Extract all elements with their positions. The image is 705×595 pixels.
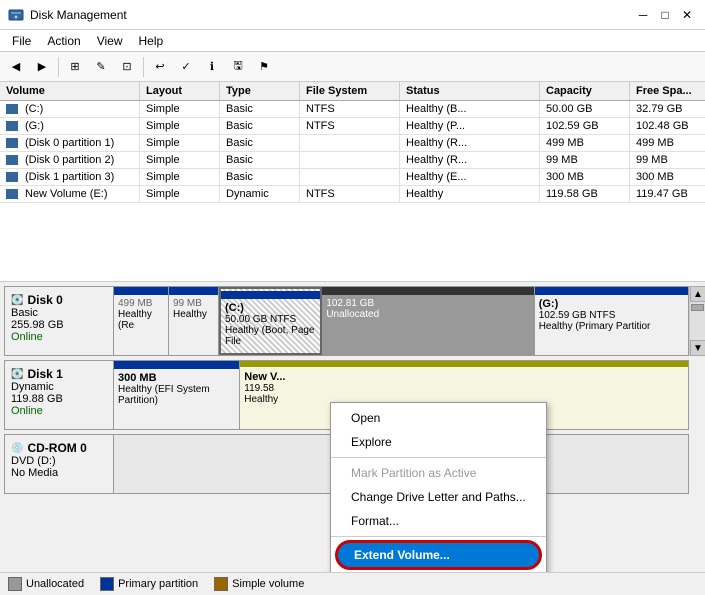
toolbar: ◀ ▶ ⊞ ✎ ⊡ ↩ ✓ ℹ 🖫 ⚑ <box>0 52 705 82</box>
cdrom0-type: DVD (D:) <box>11 455 107 467</box>
toolbar-btn-1[interactable]: ⊞ <box>63 55 87 79</box>
menu-bar: File Action View Help <box>0 30 705 52</box>
table-row[interactable]: (Disk 0 partition 2) Simple Basic Health… <box>0 152 705 169</box>
menu-view[interactable]: View <box>89 32 131 50</box>
disk1-type: Dynamic <box>11 381 107 393</box>
th-volume: Volume <box>0 82 140 100</box>
menu-file[interactable]: File <box>4 32 39 50</box>
table-row[interactable]: (G:) Simple Basic NTFS Healthy (P... 102… <box>0 118 705 135</box>
th-status: Status <box>400 82 540 100</box>
toolbar-btn-6[interactable]: ℹ <box>200 55 224 79</box>
table-body: (C:) Simple Basic NTFS Healthy (B... 50.… <box>0 101 705 203</box>
legend-primary-box <box>100 577 114 591</box>
table-row[interactable]: New Volume (E:) Simple Dynamic NTFS Heal… <box>0 186 705 203</box>
app-icon <box>8 7 24 23</box>
legend-primary: Primary partition <box>100 577 198 591</box>
ctx-sep-1 <box>331 457 546 458</box>
disk0-unalloc[interactable]: 102.81 GB Unallocated <box>322 287 534 355</box>
ctx-extend-volume[interactable]: Extend Volume... <box>335 540 542 570</box>
disk0-partitions: 499 MB Healthy (Re 99 MB Healthy (C:) 50… <box>114 286 689 356</box>
disk1-scroll-spacer <box>689 360 705 430</box>
ctx-open[interactable]: Open <box>331 406 546 430</box>
vscrollbar[interactable]: ▲ ▼ <box>689 286 705 356</box>
cdrom0-scroll-spacer <box>689 434 705 494</box>
toolbar-btn-3[interactable]: ⊡ <box>115 55 139 79</box>
disk0-part3-c[interactable]: (C:) 50.00 GB NTFS Healthy (Boot, Page F… <box>219 287 322 355</box>
legend-primary-label: Primary partition <box>118 578 198 590</box>
table-row[interactable]: (Disk 0 partition 1) Simple Basic Health… <box>0 135 705 152</box>
th-layout: Layout <box>140 82 220 100</box>
minimize-button[interactable]: ─ <box>633 5 653 25</box>
ctx-mark-active: Mark Partition as Active <box>331 461 546 485</box>
legend-unalloc-box <box>8 577 22 591</box>
ctx-format[interactable]: Format... <box>331 509 546 533</box>
ctx-change-letter[interactable]: Change Drive Letter and Paths... <box>331 485 546 509</box>
disk1-label: 💽 Disk 1 Dynamic 119.88 GB Online <box>4 360 114 430</box>
close-button[interactable]: ✕ <box>677 5 697 25</box>
disk0-row: 💽 Disk 0 Basic 255.98 GB Online 499 MB H… <box>4 286 705 356</box>
legend-unalloc-label: Unallocated <box>26 578 84 590</box>
scroll-thumb[interactable] <box>691 304 704 311</box>
menu-action[interactable]: Action <box>39 32 88 50</box>
disk0-status: Online <box>11 331 107 343</box>
th-free: Free Spa... <box>630 82 705 100</box>
legend: Unallocated Primary partition Simple vol… <box>0 572 705 595</box>
table-header: Volume Layout Type File System Status Ca… <box>0 82 705 101</box>
window-title: Disk Management <box>30 8 127 22</box>
toolbar-separator-2 <box>143 57 144 77</box>
th-capacity: Capacity <box>540 82 630 100</box>
context-menu: Open Explore Mark Partition as Active Ch… <box>330 402 547 572</box>
disk1-title: Disk 1 <box>27 367 62 381</box>
cdrom0-status: No Media <box>11 467 107 479</box>
legend-simple: Simple volume <box>214 577 304 591</box>
main-content: Volume Layout Type File System Status Ca… <box>0 82 705 595</box>
legend-simple-box <box>214 577 228 591</box>
toolbar-btn-2[interactable]: ✎ <box>89 55 113 79</box>
disk0-size: 255.98 GB <box>11 319 107 331</box>
menu-help[interactable]: Help <box>131 32 172 50</box>
legend-simple-label: Simple volume <box>232 578 304 590</box>
ctx-explore[interactable]: Explore <box>331 430 546 454</box>
cdrom0-label: 💿 CD-ROM 0 DVD (D:) No Media <box>4 434 114 494</box>
disk0-label: 💽 Disk 0 Basic 255.98 GB Online <box>4 286 114 356</box>
scroll-track <box>690 313 705 340</box>
table-area: Volume Layout Type File System Status Ca… <box>0 82 705 282</box>
disk-section: 💽 Disk 0 Basic 255.98 GB Online 499 MB H… <box>0 282 705 572</box>
cdrom0-title: CD-ROM 0 <box>27 441 86 455</box>
disk0-type: Basic <box>11 307 107 319</box>
window-controls: ─ □ ✕ <box>633 5 697 25</box>
toolbar-btn-8[interactable]: ⚑ <box>252 55 276 79</box>
legend-unalloc: Unallocated <box>8 577 84 591</box>
toolbar-btn-5[interactable]: ✓ <box>174 55 198 79</box>
disk0-part1[interactable]: 499 MB Healthy (Re <box>114 287 169 355</box>
ctx-shrink-volume[interactable]: Shrink Volume... <box>331 570 546 572</box>
maximize-button[interactable]: □ <box>655 5 675 25</box>
table-row[interactable]: (Disk 1 partition 3) Simple Basic Health… <box>0 169 705 186</box>
back-button[interactable]: ◀ <box>4 55 28 79</box>
disk0-title: Disk 0 <box>27 293 62 307</box>
th-fs: File System <box>300 82 400 100</box>
table-row[interactable]: (C:) Simple Basic NTFS Healthy (B... 50.… <box>0 101 705 118</box>
toolbar-separator-1 <box>58 57 59 77</box>
disk1-part1[interactable]: 300 MB Healthy (EFI System Partition) <box>114 361 240 429</box>
disk1-size: 119.88 GB <box>11 393 107 405</box>
scroll-down-arrow[interactable]: ▼ <box>690 340 705 356</box>
disk0-part5-g[interactable]: (G:) 102.59 GB NTFS Healthy (Primary Par… <box>535 287 688 355</box>
toolbar-btn-7[interactable]: 🖫 <box>226 55 250 79</box>
disk0-part2[interactable]: 99 MB Healthy <box>169 287 219 355</box>
th-type: Type <box>220 82 300 100</box>
forward-button[interactable]: ▶ <box>30 55 54 79</box>
toolbar-btn-4[interactable]: ↩ <box>148 55 172 79</box>
scroll-up-arrow[interactable]: ▲ <box>690 286 705 302</box>
ctx-sep-2 <box>331 536 546 537</box>
title-bar: Disk Management ─ □ ✕ <box>0 0 705 30</box>
disk1-status: Online <box>11 405 107 417</box>
